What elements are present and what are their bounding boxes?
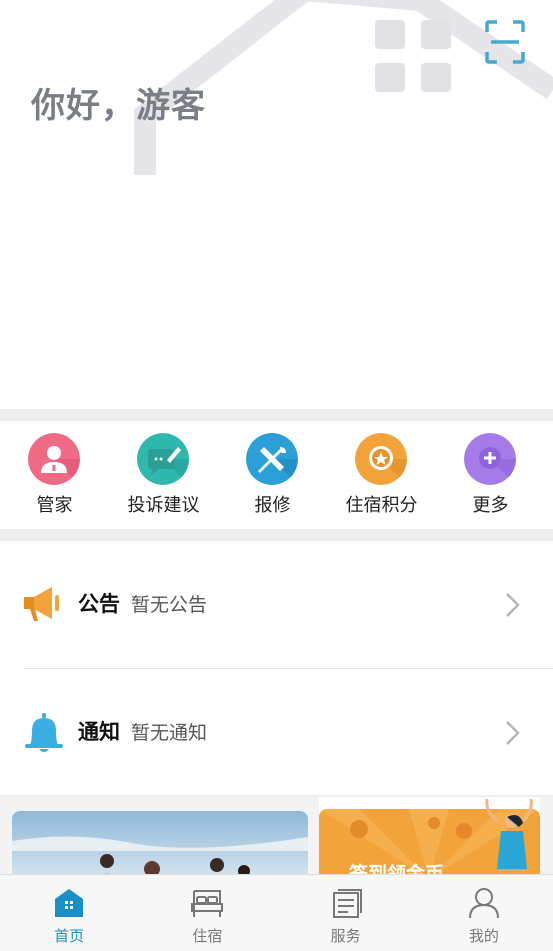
bell-icon [25, 713, 63, 752]
beach-photo-image [12, 811, 308, 881]
chevron-right-icon [506, 721, 520, 745]
quick-item-more[interactable]: 更多 [436, 421, 545, 529]
cheering-person-illustration [485, 798, 533, 869]
tab-label: 首页 [54, 927, 85, 945]
announcement-value: 暂无公告 [131, 594, 208, 616]
photo-banner[interactable] [12, 811, 308, 881]
announcement-row[interactable]: 公告 暂无公告 [0, 541, 553, 667]
notice-panel: 公告 暂无公告 通知 暂无通知 [0, 541, 553, 795]
repair-icon [246, 433, 298, 485]
tab-label: 服务 [330, 927, 361, 945]
app-screen: 你好，游客 管家 投诉建议 报修 住宿积分 更多 公告 暂无公告 通知 暂无通知… [0, 0, 553, 951]
quick-item-points[interactable]: 住宿积分 [327, 421, 436, 529]
banner-area: 签到领金币 [0, 797, 553, 881]
megaphone-icon [24, 587, 59, 621]
quick-item-repair[interactable]: 报修 [218, 421, 327, 529]
quick-item-label: 管家 [36, 495, 73, 516]
tab-home[interactable]: 首页 [0, 875, 138, 951]
profile-icon [468, 888, 499, 919]
notification-value: 暂无通知 [131, 722, 208, 744]
quick-item-label: 报修 [254, 495, 291, 516]
announcement-title: 公告 [78, 592, 120, 616]
checkin-banner[interactable]: 签到领金币 [319, 797, 540, 877]
home-icon [55, 889, 84, 917]
notification-row[interactable]: 通知 暂无通知 [0, 669, 553, 795]
tab-service[interactable]: 服务 [277, 875, 415, 951]
tab-profile[interactable]: 我的 [415, 875, 553, 951]
bed-icon [191, 890, 224, 917]
service-icon [332, 889, 362, 918]
chevron-right-icon [506, 593, 520, 617]
tab-label: 住宿 [192, 927, 223, 945]
quick-item-label: 更多 [472, 495, 509, 516]
scan-icon[interactable] [485, 20, 525, 64]
feedback-icon [137, 433, 189, 485]
notification-title: 通知 [78, 720, 120, 744]
home-header: 你好，游客 [0, 0, 553, 409]
butler-icon [28, 433, 80, 485]
tab-label: 我的 [468, 927, 499, 945]
greeting-text: 你好，游客 [31, 86, 206, 126]
quick-item-label: 住宿积分 [345, 495, 418, 516]
tab-stay[interactable]: 住宿 [138, 875, 276, 951]
quick-item-butler[interactable]: 管家 [0, 421, 109, 529]
more-icon [464, 433, 516, 485]
points-icon [355, 433, 407, 485]
quick-menu: 管家 投诉建议 报修 住宿积分 更多 [0, 421, 553, 529]
quick-item-feedback[interactable]: 投诉建议 [109, 421, 218, 529]
quick-item-label: 投诉建议 [127, 495, 200, 516]
bottom-tab-bar: 首页 住宿 服务 我的 [0, 874, 553, 951]
apps-grid-icon[interactable] [375, 20, 451, 92]
